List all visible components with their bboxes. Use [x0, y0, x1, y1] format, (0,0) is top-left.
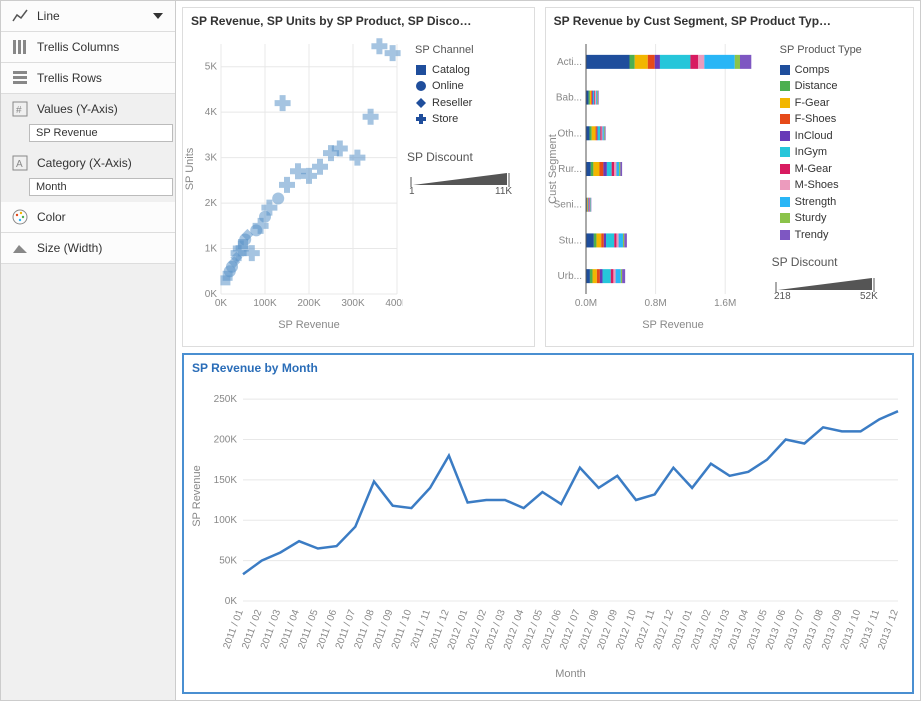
values-field[interactable]: SP Revenue	[29, 124, 173, 142]
svg-text:11K: 11K	[495, 186, 512, 195]
chevron-down-icon	[153, 13, 163, 19]
trellis-columns-icon	[11, 38, 29, 56]
stacked-panel[interactable]: SP Revenue by Cust Segment, SP Product T…	[545, 7, 914, 347]
size-icon	[11, 239, 29, 257]
category-label: Category (X-Axis)	[37, 156, 165, 170]
svg-text:2K: 2K	[205, 198, 218, 209]
stacked-chart: 0.0M0.8M1.6MActi...Bab...Oth...Rur...Sen…	[546, 34, 766, 334]
stacked-slider-label: SP Discount	[772, 255, 907, 269]
scatter-legend-title: SP Channel	[415, 42, 520, 59]
scatter-plot: 0K100K200K300K400K0K1K2K3K4K5KSP UnitsSP…	[183, 34, 403, 334]
legend-item: InGym	[780, 144, 899, 161]
svg-text:A: A	[16, 159, 23, 170]
stacked-legend: SP Product Type CompsDistanceF-GearF-Sho…	[772, 38, 907, 247]
svg-text:218: 218	[774, 291, 791, 300]
legend-item: Sturdy	[780, 210, 899, 227]
svg-text:100K: 100K	[214, 515, 238, 526]
legend-store: Store	[432, 111, 458, 128]
category-icon: A	[11, 154, 29, 172]
legend-reseller: Reseller	[432, 95, 472, 112]
scatter-slider-label: SP Discount	[407, 150, 528, 164]
values-icon: #	[11, 100, 29, 118]
svg-text:Urb...: Urb...	[557, 271, 581, 282]
svg-text:250K: 250K	[214, 394, 238, 405]
svg-text:150K: 150K	[214, 475, 238, 486]
trellis-rows-item[interactable]: Trellis Rows	[1, 63, 175, 94]
trellis-columns-label: Trellis Columns	[37, 40, 165, 54]
svg-text:SP Revenue: SP Revenue	[191, 465, 203, 527]
legend-item: InCloud	[780, 128, 899, 145]
svg-text:SP Revenue: SP Revenue	[642, 319, 704, 331]
legend-item: M-Shoes	[780, 177, 899, 194]
main-area: SP Revenue, SP Units by SP Product, SP D…	[176, 1, 920, 700]
svg-text:3K: 3K	[205, 153, 218, 164]
trellis-columns-item[interactable]: Trellis Columns	[1, 32, 175, 63]
chart-type-label: Line	[37, 9, 145, 23]
stacked-title: SP Revenue by Cust Segment, SP Product T…	[546, 8, 913, 34]
trellis-rows-label: Trellis Rows	[37, 71, 165, 85]
svg-text:100K: 100K	[253, 298, 277, 309]
svg-text:0.8M: 0.8M	[644, 298, 666, 309]
svg-text:52K: 52K	[860, 291, 878, 300]
svg-text:400K: 400K	[385, 298, 403, 309]
svg-text:50K: 50K	[219, 556, 237, 567]
svg-text:SP Units: SP Units	[184, 147, 196, 190]
svg-text:0K: 0K	[225, 596, 238, 607]
svg-text:SP Revenue: SP Revenue	[278, 319, 340, 331]
color-label: Color	[37, 210, 165, 224]
legend-item: Trendy	[780, 227, 899, 244]
scatter-slider[interactable]: SP Discount 1 11K	[407, 150, 528, 198]
scatter-title: SP Revenue, SP Units by SP Product, SP D…	[183, 8, 534, 34]
svg-text:1K: 1K	[205, 244, 218, 255]
svg-text:300K: 300K	[341, 298, 365, 309]
category-section[interactable]: A Category (X-Axis)	[1, 148, 175, 174]
line-title: SP Revenue by Month	[184, 355, 912, 381]
svg-text:Bab...: Bab...	[556, 93, 582, 104]
legend-item: F-Shoes	[780, 111, 899, 128]
svg-text:Rur...: Rur...	[558, 164, 582, 175]
line-chart-icon	[11, 7, 29, 25]
palette-icon	[11, 208, 29, 226]
line-panel[interactable]: SP Revenue by Month 0K 50K 100K 150K 200K 250…	[182, 353, 914, 694]
stacked-legend-title: SP Product Type	[780, 42, 899, 59]
scatter-panel[interactable]: SP Revenue, SP Units by SP Product, SP D…	[182, 7, 535, 347]
svg-text:Oth...: Oth...	[557, 128, 581, 139]
legend-item: Strength	[780, 194, 899, 211]
legend-catalog: Catalog	[432, 62, 470, 79]
category-field[interactable]: Month	[29, 178, 173, 196]
svg-text:0.0M: 0.0M	[575, 298, 597, 309]
stacked-slider[interactable]: SP Discount 218 52K	[772, 255, 907, 303]
scatter-legend: SP Channel Catalog Online Reseller Store	[407, 38, 528, 132]
svg-text:Cust Segment: Cust Segment	[547, 134, 559, 204]
trellis-rows-icon	[11, 69, 29, 87]
legend-item: Distance	[780, 78, 899, 95]
svg-text:4K: 4K	[205, 107, 218, 118]
legend-item: Comps	[780, 62, 899, 79]
svg-text:0K: 0K	[205, 289, 218, 300]
svg-text:200K: 200K	[214, 434, 238, 445]
size-label: Size (Width)	[37, 241, 165, 255]
size-item[interactable]: Size (Width)	[1, 233, 175, 264]
values-label: Values (Y-Axis)	[37, 102, 165, 116]
svg-text:5K: 5K	[205, 62, 218, 73]
svg-text:#: #	[16, 105, 22, 116]
color-item[interactable]: Color	[1, 202, 175, 233]
svg-text:1.6M: 1.6M	[714, 298, 736, 309]
svg-text:Month: Month	[555, 668, 586, 680]
values-section[interactable]: # Values (Y-Axis)	[1, 94, 175, 120]
svg-text:1: 1	[409, 186, 415, 195]
legend-item: M-Gear	[780, 161, 899, 178]
line-chart: 0K50K100K150K200K250K2011 / 012011 / 022…	[184, 381, 912, 681]
sidebar: Line Trellis Columns Trellis Rows # Valu…	[1, 1, 176, 700]
chart-type-selector[interactable]: Line	[1, 1, 175, 32]
svg-text:Stu...: Stu...	[558, 235, 581, 246]
legend-item: F-Gear	[780, 95, 899, 112]
svg-text:200K: 200K	[297, 298, 321, 309]
legend-online: Online	[432, 78, 464, 95]
svg-text:Acti...: Acti...	[557, 57, 582, 68]
